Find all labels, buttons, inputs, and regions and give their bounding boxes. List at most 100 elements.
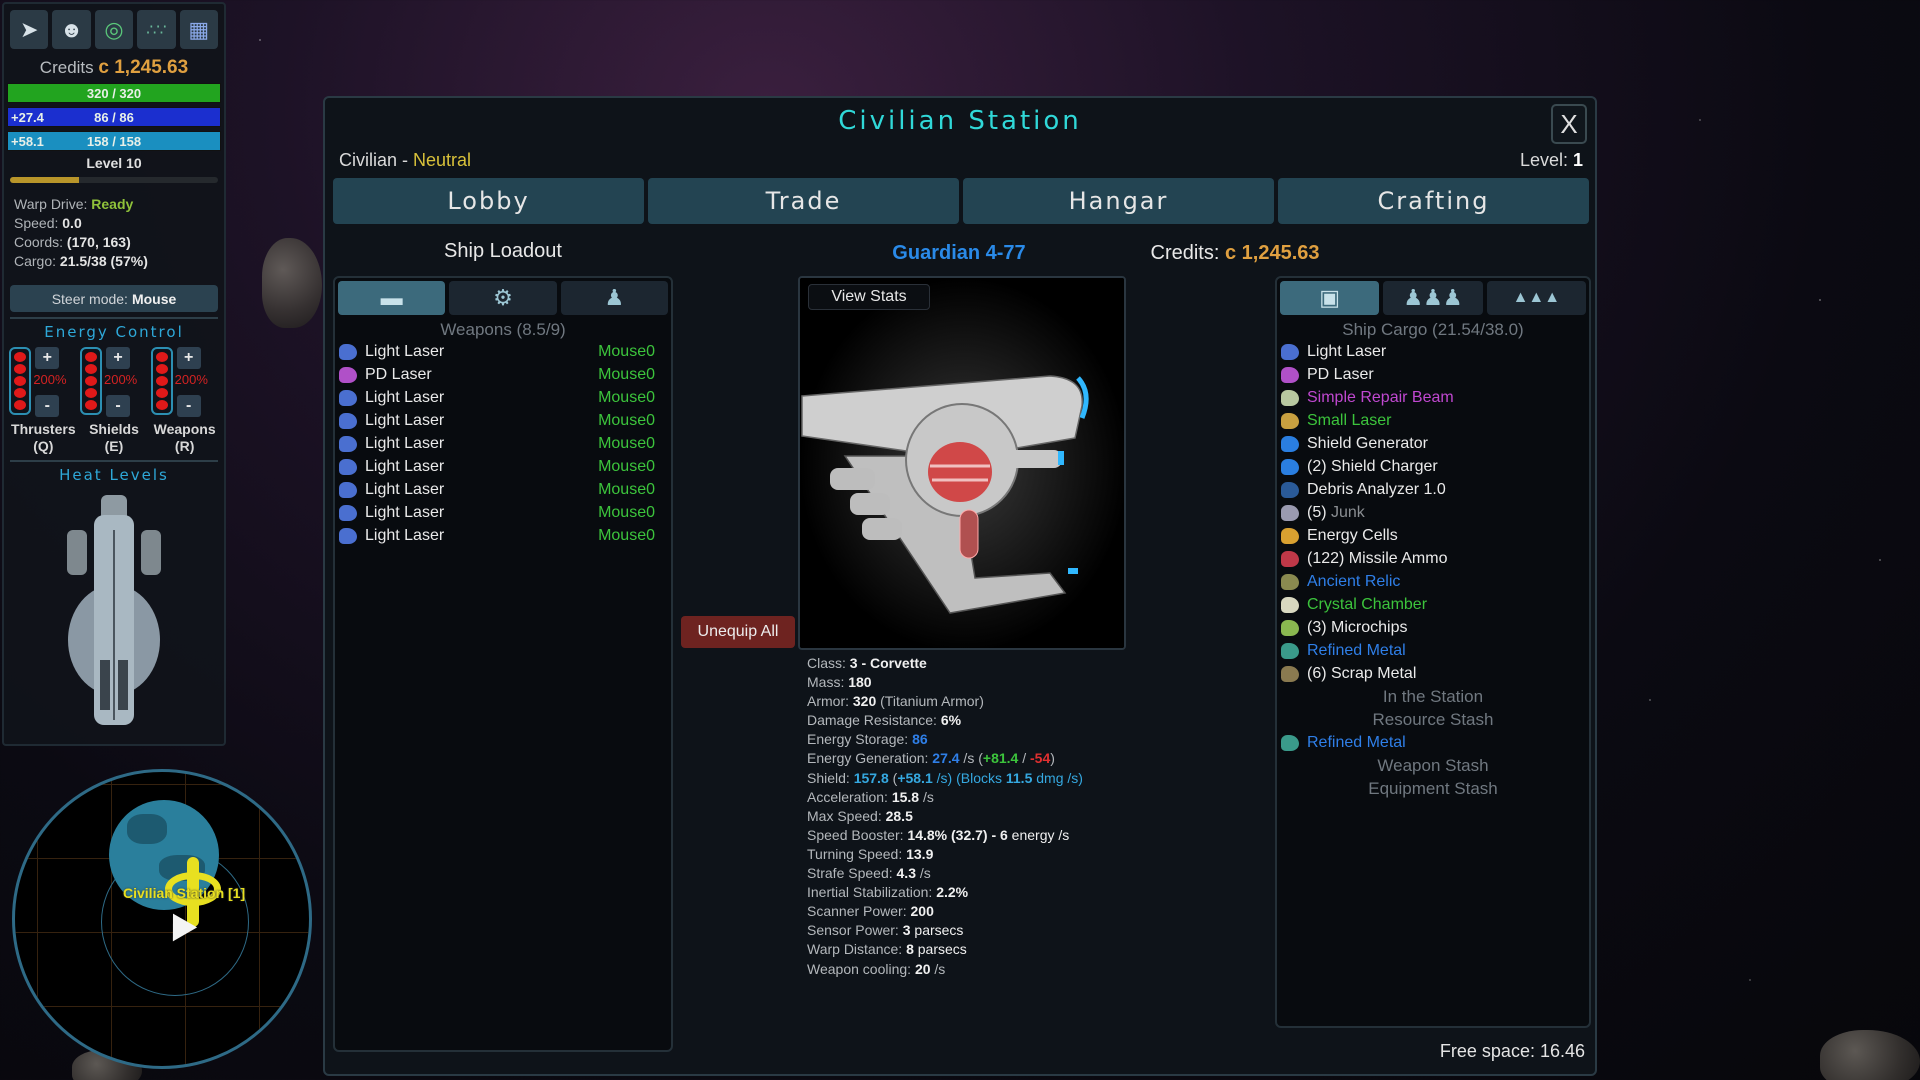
item-name: Ancient Relic [1307,572,1401,590]
cargo-item[interactable]: Light Laser [1277,340,1589,363]
loadout-item[interactable]: Light Laser Mouse0 [335,409,671,432]
keybind[interactable]: Mouse0 [598,389,655,407]
cargo-item[interactable]: Energy Cells [1277,524,1589,547]
unequip-all-button[interactable]: Unequip All [681,616,795,648]
divider [10,460,218,462]
energy-control-title: Energy Control [44,323,184,341]
loadout-item[interactable]: Light Laser Mouse0 [335,386,671,409]
cargo-item[interactable]: (3) Microchips [1277,616,1589,639]
weapon-icon [339,389,357,406]
item-quantity: (5) [1307,503,1331,521]
shields-plus-button[interactable]: + [105,347,130,369]
ship-loadout-title: Ship Loadout [444,240,562,262]
cargo-item[interactable]: Crystal Chamber [1277,593,1589,616]
cargo-item[interactable]: Ancient Relic [1277,570,1589,593]
keybind[interactable]: Mouse0 [598,504,655,522]
stat-energy-generation: Energy Generation: 27.4 /s (+81.4 / -54) [807,750,1055,767]
view-stats-button[interactable]: View Stats [808,284,930,310]
weapon-stash-heading[interactable]: Weapon Stash [1277,754,1589,777]
heat-ship-diagram [54,490,174,730]
keybind[interactable]: Mouse0 [598,343,655,361]
crew-icon[interactable]: ♟ [560,281,668,315]
loadout-item[interactable]: Light Laser Mouse0 [335,524,671,547]
loadout-item[interactable]: Light Laser Mouse0 [335,478,671,501]
item-name: Shield Generator [1307,434,1428,452]
item-name: Junk [1331,503,1365,521]
credits-value: с 1,245.63 [98,57,189,78]
weapons-key: (R) [174,438,195,454]
cargo-item[interactable]: Shield Generator [1277,432,1589,455]
tab-trade[interactable]: Trade [648,178,959,224]
hull-bar: 320 / 320 [7,83,221,103]
in-station-heading: In the Station [1382,687,1484,706]
minimap-station-label[interactable]: Civilian Station [1] [123,885,245,901]
item-name: Missile Ammo [1348,549,1448,567]
cargo-item[interactable]: Small Laser [1277,409,1589,432]
turret-icon[interactable]: ▬ [338,281,446,315]
energy-rate: +27.4 [11,109,44,125]
resource-stash-heading[interactable]: Resource Stash [1277,708,1589,731]
keybind[interactable]: Mouse0 [598,435,655,453]
item-icon [1281,734,1299,751]
thrusters-plus-button[interactable]: + [35,347,60,369]
cargo-item[interactable]: Refined Metal [1277,731,1589,754]
energy-value: 86 / 86 [94,109,134,125]
stat-weapon-cooling: Weapon cooling: 20 /s [807,960,946,977]
starmap-icon[interactable]: ∴∵ [137,10,176,49]
keybind[interactable]: Mouse0 [598,481,655,499]
gear-icon[interactable]: ⚙ [449,281,557,315]
item-quantity: (122) [1307,549,1349,567]
equipment-stash-heading[interactable]: Equipment Stash [1277,777,1589,800]
crate-icon[interactable]: ▣ [1280,281,1380,315]
keybind[interactable]: Mouse0 [598,366,655,384]
stat-energy-storage: Energy Storage: 86 [807,731,928,748]
weapons-label: Weapons [153,421,216,437]
ship-icon[interactable]: ➤ [10,10,49,49]
cargo-item[interactable]: (6) Scrap Metal [1277,662,1589,685]
codex-icon[interactable]: ▦ [179,10,219,49]
loadout-item[interactable]: PD Laser Mouse0 [335,363,671,386]
keybind[interactable]: Mouse0 [598,412,655,430]
loadout-item[interactable]: Light Laser Mouse0 [335,455,671,478]
tab-lobby[interactable]: Lobby [333,178,644,224]
pilot-icon[interactable]: ☻ [52,10,91,49]
tab-hangar[interactable]: Hangar [963,178,1274,224]
shields-minus-button[interactable]: - [105,395,130,417]
cargo-item[interactable]: Simple Repair Beam [1277,386,1589,409]
item-name: PD Laser [1307,365,1374,383]
cargo-item[interactable]: (122) Missile Ammo [1277,547,1589,570]
item-name: Small Laser [1307,411,1392,429]
cargo-item[interactable]: PD Laser [1277,363,1589,386]
item-icon [1281,435,1299,452]
cargo-item[interactable]: (5) Junk [1277,501,1589,524]
keybind[interactable]: Mouse0 [598,458,655,476]
faction-standing: Neutral [413,150,472,170]
cargo-item[interactable]: Refined Metal [1277,639,1589,662]
item-name: Light Laser [365,457,445,475]
cargo-list: Light Laser PD Laser Simple Repair Beam Sma… [1277,340,1589,685]
weapons-plus-button[interactable]: + [176,347,201,369]
shields-key: (E) [104,438,124,454]
group-icon[interactable]: ♟♟♟ [1383,281,1483,315]
loadout-item[interactable]: Light Laser Mouse0 [335,340,671,363]
close-button[interactable]: X [1551,104,1587,144]
stat-armor: Armor: 320 (Titanium Armor) [807,693,984,710]
tab-crafting[interactable]: Crafting [1278,178,1589,224]
cargo-item[interactable]: (2) Shield Charger [1277,455,1589,478]
steer-mode-button[interactable]: Steer mode: Mouse [10,285,218,312]
cargo-item[interactable]: Debris Analyzer 1.0 [1277,478,1589,501]
item-icon [1281,665,1299,682]
keybind[interactable]: Mouse0 [598,527,655,545]
fleet-icon[interactable]: ▲▲▲ [1486,281,1586,315]
ship-stats: Class: 3 - Corvette Mass: 180 Armor: 320… [807,654,1147,979]
loadout-item[interactable]: Light Laser Mouse0 [335,432,671,455]
thrusters-minus-button[interactable]: - [35,395,60,417]
ship-cargo-header: Ship Cargo (21.54/38.0) [1342,320,1524,339]
radar-icon[interactable]: ◎ [94,10,134,49]
weapons-minus-button[interactable]: - [176,395,201,417]
shield-value: 158 / 158 [86,133,142,149]
weapon-icon [339,435,357,452]
minimap[interactable]: Civilian Station [1] [12,769,312,1069]
loadout-item[interactable]: Light Laser Mouse0 [335,501,671,524]
item-name: Light Laser [365,388,445,406]
